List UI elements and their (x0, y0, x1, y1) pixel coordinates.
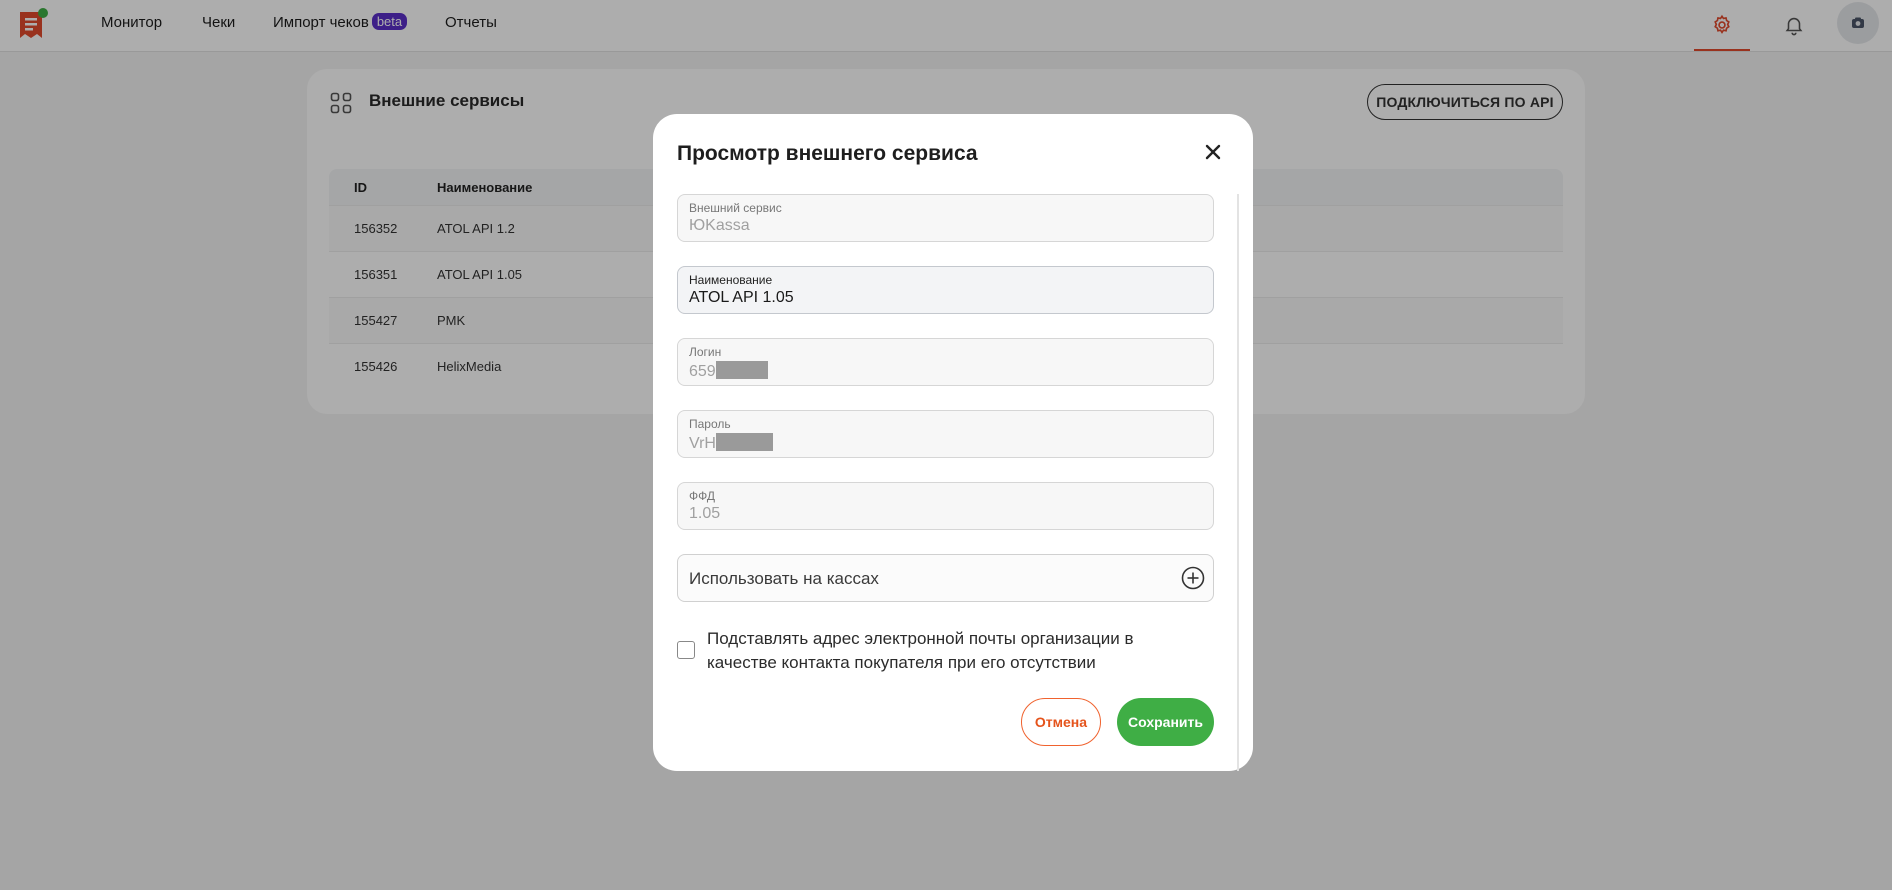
name-value[interactable]: ATOL API 1.05 (689, 289, 794, 307)
redaction-mask (715, 361, 768, 379)
login-field: Логин 659 (677, 338, 1214, 386)
external-service-label: Внешний сервис (689, 201, 782, 215)
email-substitution-label[interactable]: Подставлять адрес электронной почты орга… (707, 627, 1187, 675)
save-button[interactable]: Сохранить (1117, 698, 1214, 746)
ffd-field: ФФД 1.05 (677, 482, 1214, 530)
password-label: Пароль (689, 417, 731, 431)
ffd-label: ФФД (689, 489, 715, 503)
email-substitution-checkbox[interactable] (677, 641, 695, 659)
login-value: 659 (689, 363, 716, 380)
modal-title: Просмотр внешнего сервиса (677, 142, 978, 165)
close-icon[interactable] (1201, 140, 1225, 164)
view-service-modal: Просмотр внешнего сервиса Внешний сервис… (653, 114, 1253, 771)
password-value: VrH (689, 435, 716, 452)
ffd-value: 1.05 (689, 505, 721, 522)
use-on-registers-label: Использовать на кассах (689, 569, 879, 588)
login-value-wrap: 659 (689, 361, 768, 381)
modal-scrollbar[interactable] (1237, 194, 1239, 771)
name-label: Наименование (689, 273, 773, 287)
cancel-button[interactable]: Отмена (1021, 698, 1101, 746)
password-value-wrap: VrH (689, 433, 773, 453)
external-service-field: Внешний сервис ЮKassa (677, 194, 1214, 242)
login-label: Логин (689, 345, 722, 359)
redaction-mask (715, 433, 773, 451)
password-field: Пароль VrH (677, 410, 1214, 458)
use-on-registers-field[interactable]: Использовать на кассах (677, 554, 1214, 602)
add-circle-icon[interactable] (1181, 566, 1205, 590)
external-service-value: ЮKassa (689, 217, 750, 234)
name-field[interactable]: Наименование ATOL API 1.05 (677, 266, 1214, 314)
